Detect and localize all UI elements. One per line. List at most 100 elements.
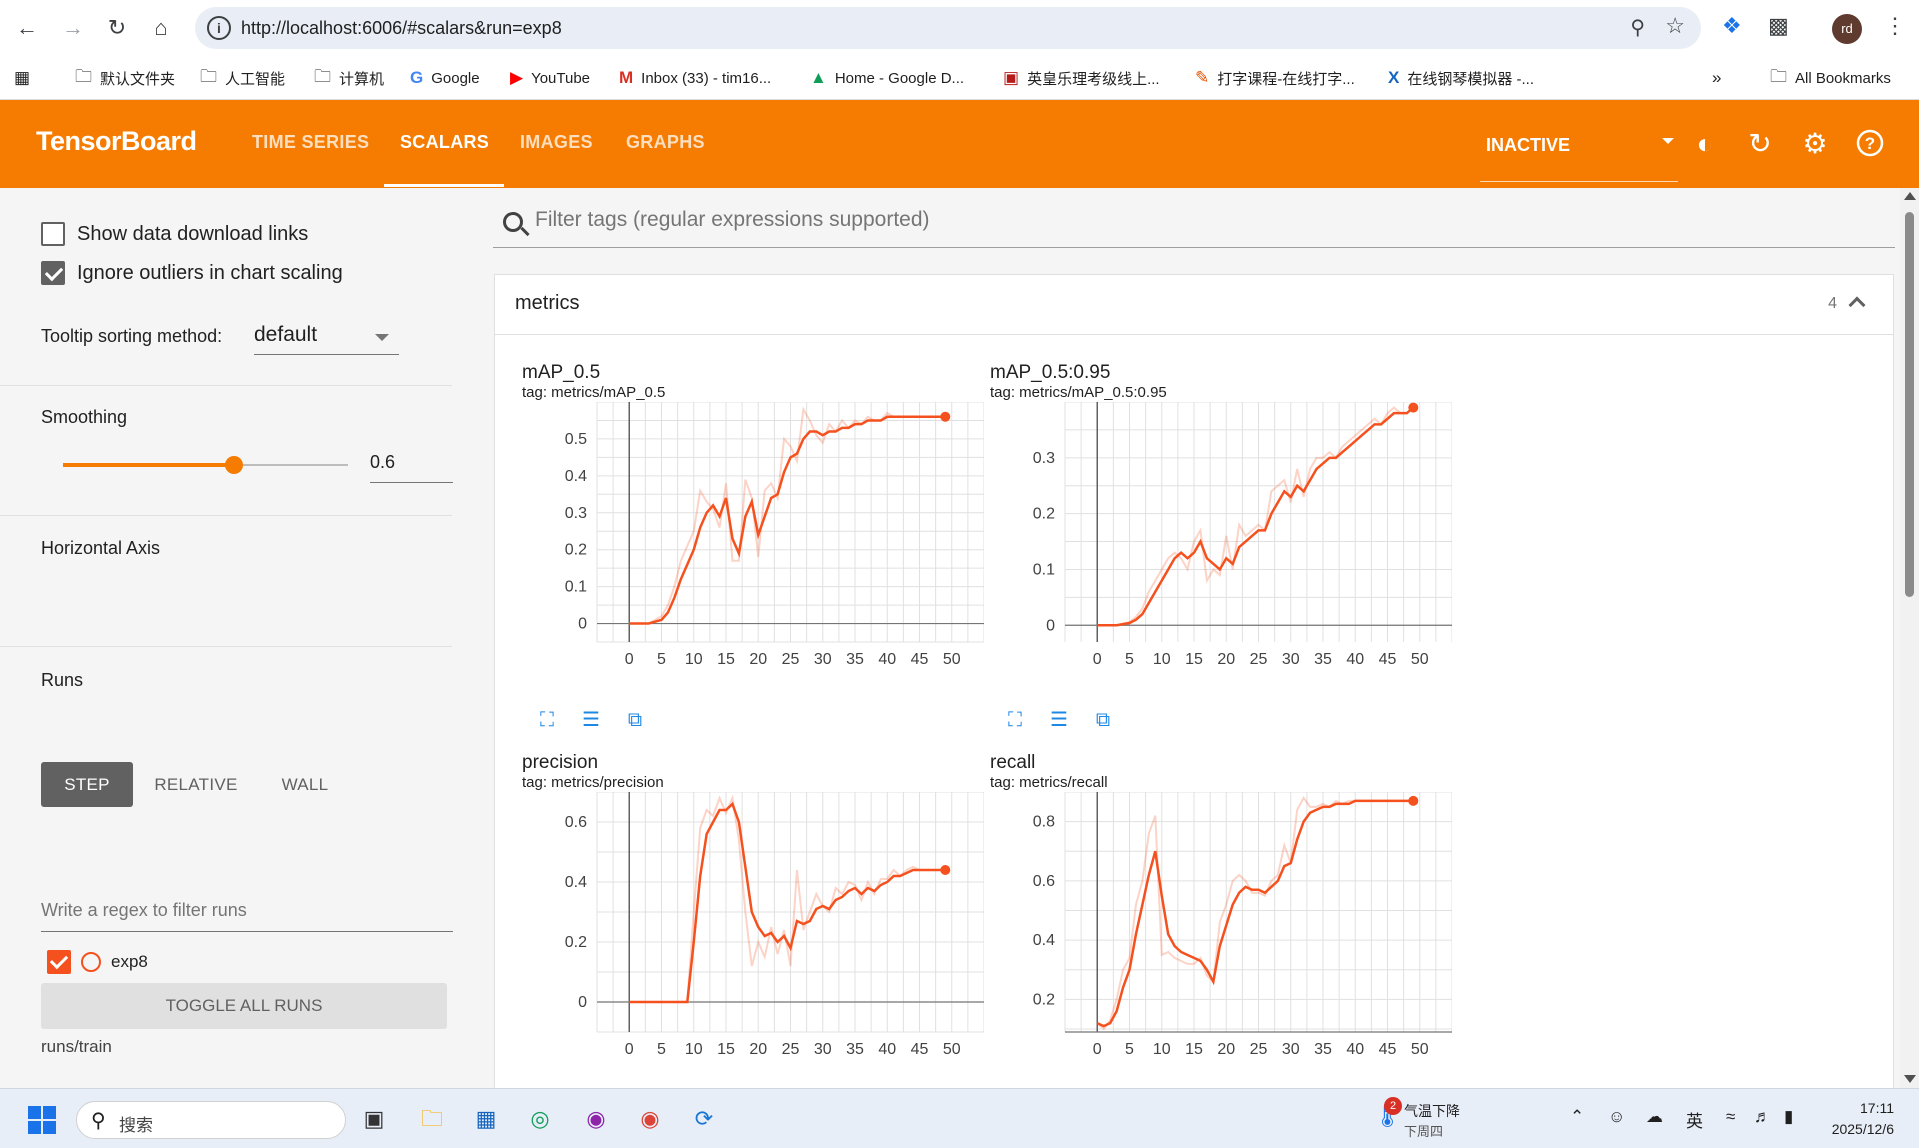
- smoothing-slider[interactable]: [63, 456, 348, 474]
- chevron-up-icon[interactable]: ⌃: [1570, 1107, 1584, 1127]
- last-value-point[interactable]: [1408, 795, 1419, 806]
- tab-time-series[interactable]: TIME SERIES: [252, 132, 369, 153]
- home-icon[interactable]: ⌂: [144, 11, 178, 45]
- battery-icon[interactable]: ▮: [1784, 1107, 1793, 1127]
- tab-images[interactable]: IMAGES: [520, 132, 593, 153]
- toggle-log-scale-icon[interactable]: ☰: [576, 707, 606, 733]
- bookmark-item[interactable]: G Google: [410, 56, 480, 100]
- fullscreen-icon[interactable]: ⛶: [532, 707, 562, 733]
- scrollbar-thumb[interactable]: [1905, 212, 1914, 597]
- line-chart[interactable]: 0 5 10 15 20 25 30 35 40 45 50 0 0.2 0.4 0.6: [522, 792, 984, 1092]
- file-explorer-icon[interactable]: 🗀: [414, 1101, 450, 1137]
- zoom-icon[interactable]: ⚲: [1630, 15, 1645, 40]
- tag-filter[interactable]: Filter tags (regular expressions support…: [493, 200, 1895, 248]
- bookmark-item[interactable]: 🗀 计算机: [314, 56, 384, 100]
- bookmark-item[interactable]: ▶ YouTube: [510, 56, 590, 100]
- toggle-all-runs-button[interactable]: TOGGLE ALL RUNS: [41, 983, 447, 1029]
- extension-icon[interactable]: ❖: [1722, 13, 1742, 39]
- theme-brightness-icon[interactable]: ◐: [1689, 128, 1721, 160]
- extensions-puzzle-icon[interactable]: ▩: [1768, 13, 1789, 39]
- profile-avatar[interactable]: rd: [1832, 14, 1862, 44]
- bookmark-item[interactable]: ▲ Home - Google D...: [810, 56, 964, 100]
- x-tick-label: 30: [814, 1041, 832, 1058]
- bookmark-item[interactable]: 🗀 人工智能: [200, 56, 285, 100]
- slider-thumb[interactable]: [225, 456, 243, 474]
- cloud-icon[interactable]: ☁: [1646, 1107, 1663, 1127]
- checkbox-checked[interactable]: [41, 261, 65, 285]
- help-icon[interactable]: ?: [1854, 128, 1886, 160]
- search-icon: [503, 212, 523, 232]
- axis-relative-button[interactable]: RELATIVE: [146, 762, 246, 807]
- plugin-select[interactable]: INACTIVE: [1480, 124, 1678, 182]
- toggle-log-scale-icon[interactable]: ☰: [1044, 707, 1074, 733]
- address-bar[interactable]: i http://localhost:6006/#scalars&run=exp…: [195, 7, 1701, 49]
- bookmark-item[interactable]: 🗀 默认文件夹: [75, 56, 175, 100]
- back-icon[interactable]: ←: [10, 11, 44, 45]
- apps-grid-icon[interactable]: ▦: [14, 56, 30, 100]
- axis-step-button[interactable]: STEP: [41, 762, 133, 807]
- bookmark-item[interactable]: ▣ 英皇乐理考级线上...: [1003, 56, 1160, 100]
- fit-domain-icon[interactable]: ⧉: [620, 707, 650, 733]
- last-value-point[interactable]: [940, 865, 951, 875]
- line-chart[interactable]: 0 5 10 15 20 25 30 35 40 45 50 0 0.1 0.2 0.3 0.4 0.5: [522, 402, 984, 702]
- folder-icon: 🗀: [314, 66, 331, 86]
- last-value-point[interactable]: [940, 411, 951, 422]
- bookmark-item[interactable]: M Inbox (33) - tim16...: [619, 56, 771, 100]
- bookmark-item[interactable]: X 在线钢琴模拟器 -...: [1388, 56, 1534, 100]
- tab-scalars[interactable]: SCALARS: [400, 132, 489, 153]
- last-value-point[interactable]: [1408, 402, 1419, 413]
- axis-wall-button[interactable]: WALL: [265, 762, 345, 807]
- show-download-links-option[interactable]: Show data download links: [41, 222, 308, 246]
- checkbox-unchecked[interactable]: [41, 222, 65, 246]
- settings-gear-icon[interactable]: ⚙: [1799, 128, 1831, 160]
- tab-graphs[interactable]: GRAPHS: [626, 132, 705, 153]
- refresh-icon[interactable]: ↻: [1744, 128, 1776, 160]
- tag-filter-input[interactable]: Filter tags (regular expressions support…: [535, 208, 930, 232]
- all-bookmarks[interactable]: 🗀 All Bookmarks: [1770, 56, 1891, 100]
- task-view-icon[interactable]: ▣: [356, 1101, 392, 1137]
- system-clock[interactable]: 17:11 2025/12/6: [1826, 1098, 1894, 1140]
- bookmark-item[interactable]: ✎ 打字课程-在线打字...: [1195, 56, 1355, 100]
- line-chart[interactable]: 0 5 10 15 20 25 30 35 40 45 50 0.2 0.4 0.6 0.8: [990, 792, 1452, 1092]
- vscode-icon[interactable]: ⟳: [686, 1101, 722, 1137]
- scroll-up-arrow-icon[interactable]: [1904, 192, 1916, 200]
- page-scrollbar[interactable]: [1900, 188, 1919, 1088]
- run-checkbox[interactable]: [47, 950, 71, 974]
- runs-filter-input[interactable]: Write a regex to filter runs: [41, 888, 453, 932]
- smoothing-value-input[interactable]: 0.6: [370, 446, 453, 483]
- x-tick-label: 20: [1217, 651, 1235, 668]
- line-chart[interactable]: 0 5 10 15 20 25 30 35 40 45 50 0 0.1 0.2 0.3: [990, 402, 1452, 702]
- fit-domain-icon[interactable]: ⧉: [1088, 707, 1118, 733]
- x-tick-label: 25: [782, 1041, 800, 1058]
- cat-app-icon[interactable]: ◉: [578, 1101, 614, 1137]
- x-tick-label: 35: [1314, 651, 1332, 668]
- divider: [0, 385, 452, 386]
- windows-start-icon[interactable]: [28, 1106, 56, 1134]
- tooltip-sorting-select[interactable]: default: [254, 319, 399, 355]
- tray-app-icon[interactable]: ☺: [1608, 1107, 1625, 1127]
- section-header[interactable]: metrics 4: [495, 275, 1893, 335]
- bookmark-star-icon[interactable]: ☆: [1665, 13, 1685, 39]
- forward-icon[interactable]: →: [56, 11, 90, 45]
- url-text[interactable]: http://localhost:6006/#scalars&run=exp8: [241, 18, 562, 39]
- run-item-exp8[interactable]: exp8: [47, 950, 148, 974]
- more-bookmarks-icon[interactable]: »: [1712, 56, 1721, 100]
- volume-icon[interactable]: ♬: [1754, 1107, 1771, 1127]
- reload-icon[interactable]: ↻: [100, 11, 134, 45]
- taskbar-search[interactable]: ⚲ 搜索: [76, 1101, 346, 1139]
- smoothed-series-line: [1096, 799, 1414, 1028]
- run-color-dot[interactable]: [81, 952, 101, 972]
- store-icon[interactable]: ▦: [468, 1101, 504, 1137]
- ime-indicator[interactable]: 英: [1686, 1107, 1703, 1132]
- site-info-icon[interactable]: i: [207, 16, 231, 40]
- fullscreen-icon[interactable]: ⛶: [1000, 707, 1030, 733]
- chevron-up-icon[interactable]: [1848, 296, 1866, 314]
- ignore-outliers-option[interactable]: Ignore outliers in chart scaling: [41, 261, 343, 285]
- wifi-icon[interactable]: ≈: [1726, 1107, 1735, 1127]
- scroll-down-arrow-icon[interactable]: [1904, 1075, 1916, 1083]
- edge-icon[interactable]: ◎: [522, 1101, 558, 1137]
- x-tick-label: 30: [1282, 1041, 1300, 1058]
- chrome-icon[interactable]: ◉: [632, 1101, 668, 1137]
- menu-kebab-icon[interactable]: ⋮: [1884, 13, 1906, 39]
- x-tick-label: 35: [846, 1041, 864, 1058]
